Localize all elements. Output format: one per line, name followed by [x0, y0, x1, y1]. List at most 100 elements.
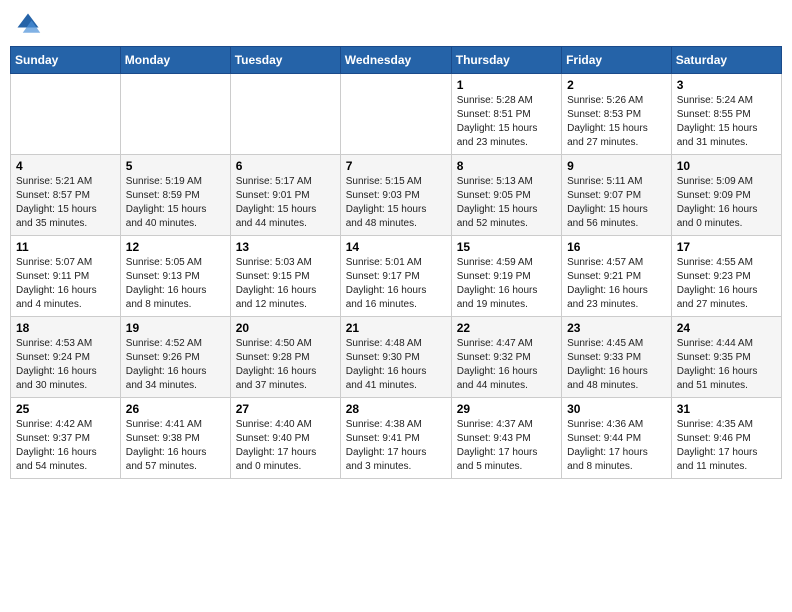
day-info: Sunrise: 4:59 AM Sunset: 9:19 PM Dayligh… — [457, 256, 556, 312]
calendar-cell: 7 Sunrise: 5:15 AM Sunset: 9:03 PM Daylig… — [340, 155, 451, 236]
calendar-cell: 17Sunrise: 4:55 AM Sunset: 9:23 PM Dayli… — [671, 236, 781, 317]
day-number: 10 — [677, 159, 776, 173]
calendar-cell: 10 Sunrise: 5:09 AM Sunset: 9:09 PM Dayli… — [671, 155, 781, 236]
day-number: 21 — [346, 321, 446, 335]
calendar-cell: 31 Sunrise: 4:35 AM Sunset: 9:46 PM Dayli… — [671, 398, 781, 479]
calendar-cell: 16 Sunrise: 4:57 AM Sunset: 9:21 PM Dayli… — [562, 236, 672, 317]
day-info: Sunrise: 5:11 AM Sunset: 9:07 PM Dayligh… — [567, 175, 666, 231]
day-number: 30 — [567, 402, 666, 416]
day-info: Sunrise: 5:01 AM Sunset: 9:17 PM Dayligh… — [346, 256, 446, 312]
day-number: 6 — [236, 159, 335, 173]
calendar-cell: 20 Sunrise: 4:50 AM Sunset: 9:28 PM Dayli… — [230, 317, 340, 398]
day-number: 28 — [346, 402, 446, 416]
calendar-header-row: SundayMondayTuesdayWednesdayThursdayFrid… — [11, 47, 782, 74]
calendar-cell: 13 Sunrise: 5:03 AM Sunset: 9:15 PM Dayli… — [230, 236, 340, 317]
day-info: Sunrise: 4:35 AM Sunset: 9:46 PM Dayligh… — [677, 418, 776, 474]
day-number: 27 — [236, 402, 335, 416]
calendar-cell: 1Sunrise: 5:28 AM Sunset: 8:51 PM Daylig… — [451, 74, 561, 155]
day-info: Sunrise: 4:36 AM Sunset: 9:44 PM Dayligh… — [567, 418, 666, 474]
day-info: Sunrise: 4:53 AM Sunset: 9:24 PM Dayligh… — [16, 337, 115, 393]
calendar-cell: 11 Sunrise: 5:07 AM Sunset: 9:11 PM Dayli… — [11, 236, 121, 317]
day-number: 9 — [567, 159, 666, 173]
day-info: Sunrise: 5:03 AM Sunset: 9:15 PM Dayligh… — [236, 256, 335, 312]
calendar-cell: 2 Sunrise: 5:26 AM Sunset: 8:53 PM Daylig… — [562, 74, 672, 155]
day-number: 16 — [567, 240, 666, 254]
calendar-week-3: 11 Sunrise: 5:07 AM Sunset: 9:11 PM Dayli… — [11, 236, 782, 317]
calendar-week-5: 25Sunrise: 4:42 AM Sunset: 9:37 PM Dayli… — [11, 398, 782, 479]
day-number: 15 — [457, 240, 556, 254]
calendar-cell — [120, 74, 230, 155]
day-number: 11 — [16, 240, 115, 254]
day-info: Sunrise: 5:07 AM Sunset: 9:11 PM Dayligh… — [16, 256, 115, 312]
logo — [14, 10, 46, 38]
page-header — [10, 10, 782, 38]
calendar-cell: 3 Sunrise: 5:24 AM Sunset: 8:55 PM Daylig… — [671, 74, 781, 155]
calendar-cell: 8 Sunrise: 5:13 AM Sunset: 9:05 PM Daylig… — [451, 155, 561, 236]
day-info: Sunrise: 5:24 AM Sunset: 8:55 PM Dayligh… — [677, 94, 776, 150]
calendar-cell: 6 Sunrise: 5:17 AM Sunset: 9:01 PM Daylig… — [230, 155, 340, 236]
day-number: 5 — [126, 159, 225, 173]
day-header-thursday: Thursday — [451, 47, 561, 74]
day-number: 25 — [16, 402, 115, 416]
day-number: 26 — [126, 402, 225, 416]
day-number: 8 — [457, 159, 556, 173]
calendar-cell — [340, 74, 451, 155]
day-info: Sunrise: 4:40 AM Sunset: 9:40 PM Dayligh… — [236, 418, 335, 474]
day-info: Sunrise: 5:13 AM Sunset: 9:05 PM Dayligh… — [457, 175, 556, 231]
day-number: 12 — [126, 240, 225, 254]
calendar-cell: 14 Sunrise: 5:01 AM Sunset: 9:17 PM Dayli… — [340, 236, 451, 317]
calendar-cell — [230, 74, 340, 155]
calendar-cell: 18 Sunrise: 4:53 AM Sunset: 9:24 PM Dayli… — [11, 317, 121, 398]
day-number: 3 — [677, 78, 776, 92]
calendar-cell — [11, 74, 121, 155]
calendar-cell: 30 Sunrise: 4:36 AM Sunset: 9:44 PM Dayli… — [562, 398, 672, 479]
calendar-cell: 12Sunrise: 5:05 AM Sunset: 9:13 PM Dayli… — [120, 236, 230, 317]
calendar-cell: 29Sunrise: 4:37 AM Sunset: 9:43 PM Dayli… — [451, 398, 561, 479]
day-info: Sunrise: 4:45 AM Sunset: 9:33 PM Dayligh… — [567, 337, 666, 393]
calendar-cell: 22 Sunrise: 4:47 AM Sunset: 9:32 PM Dayli… — [451, 317, 561, 398]
day-info: Sunrise: 4:47 AM Sunset: 9:32 PM Dayligh… — [457, 337, 556, 393]
day-number: 14 — [346, 240, 446, 254]
day-number: 1 — [457, 78, 556, 92]
day-number: 24 — [677, 321, 776, 335]
day-header-sunday: Sunday — [11, 47, 121, 74]
day-number: 7 — [346, 159, 446, 173]
day-info: Sunrise: 5:15 AM Sunset: 9:03 PM Dayligh… — [346, 175, 446, 231]
day-header-saturday: Saturday — [671, 47, 781, 74]
calendar-week-4: 18 Sunrise: 4:53 AM Sunset: 9:24 PM Dayli… — [11, 317, 782, 398]
calendar-cell: 5Sunrise: 5:19 AM Sunset: 8:59 PM Daylig… — [120, 155, 230, 236]
calendar-cell: 26 Sunrise: 4:41 AM Sunset: 9:38 PM Dayli… — [120, 398, 230, 479]
day-info: Sunrise: 4:41 AM Sunset: 9:38 PM Dayligh… — [126, 418, 225, 474]
calendar-cell: 25Sunrise: 4:42 AM Sunset: 9:37 PM Dayli… — [11, 398, 121, 479]
day-info: Sunrise: 4:44 AM Sunset: 9:35 PM Dayligh… — [677, 337, 776, 393]
day-info: Sunrise: 5:21 AM Sunset: 8:57 PM Dayligh… — [16, 175, 115, 231]
calendar-cell: 28 Sunrise: 4:38 AM Sunset: 9:41 PM Dayli… — [340, 398, 451, 479]
day-number: 13 — [236, 240, 335, 254]
day-number: 4 — [16, 159, 115, 173]
calendar-cell: 27 Sunrise: 4:40 AM Sunset: 9:40 PM Dayli… — [230, 398, 340, 479]
calendar-cell: 9 Sunrise: 5:11 AM Sunset: 9:07 PM Daylig… — [562, 155, 672, 236]
calendar-cell: 4 Sunrise: 5:21 AM Sunset: 8:57 PM Daylig… — [11, 155, 121, 236]
calendar-week-2: 4 Sunrise: 5:21 AM Sunset: 8:57 PM Daylig… — [11, 155, 782, 236]
day-number: 29 — [457, 402, 556, 416]
day-info: Sunrise: 5:09 AM Sunset: 9:09 PM Dayligh… — [677, 175, 776, 231]
day-header-friday: Friday — [562, 47, 672, 74]
day-info: Sunrise: 4:50 AM Sunset: 9:28 PM Dayligh… — [236, 337, 335, 393]
day-info: Sunrise: 4:48 AM Sunset: 9:30 PM Dayligh… — [346, 337, 446, 393]
day-number: 22 — [457, 321, 556, 335]
day-header-wednesday: Wednesday — [340, 47, 451, 74]
calendar-cell: 23Sunrise: 4:45 AM Sunset: 9:33 PM Dayli… — [562, 317, 672, 398]
day-number: 31 — [677, 402, 776, 416]
day-info: Sunrise: 4:52 AM Sunset: 9:26 PM Dayligh… — [126, 337, 225, 393]
day-info: Sunrise: 5:17 AM Sunset: 9:01 PM Dayligh… — [236, 175, 335, 231]
calendar-cell: 24 Sunrise: 4:44 AM Sunset: 9:35 PM Dayli… — [671, 317, 781, 398]
day-number: 18 — [16, 321, 115, 335]
day-number: 20 — [236, 321, 335, 335]
calendar-cell: 21 Sunrise: 4:48 AM Sunset: 9:30 PM Dayli… — [340, 317, 451, 398]
day-info: Sunrise: 4:38 AM Sunset: 9:41 PM Dayligh… — [346, 418, 446, 474]
day-info: Sunrise: 5:26 AM Sunset: 8:53 PM Dayligh… — [567, 94, 666, 150]
day-number: 19 — [126, 321, 225, 335]
day-number: 2 — [567, 78, 666, 92]
calendar-table: SundayMondayTuesdayWednesdayThursdayFrid… — [10, 46, 782, 479]
day-info: Sunrise: 4:57 AM Sunset: 9:21 PM Dayligh… — [567, 256, 666, 312]
